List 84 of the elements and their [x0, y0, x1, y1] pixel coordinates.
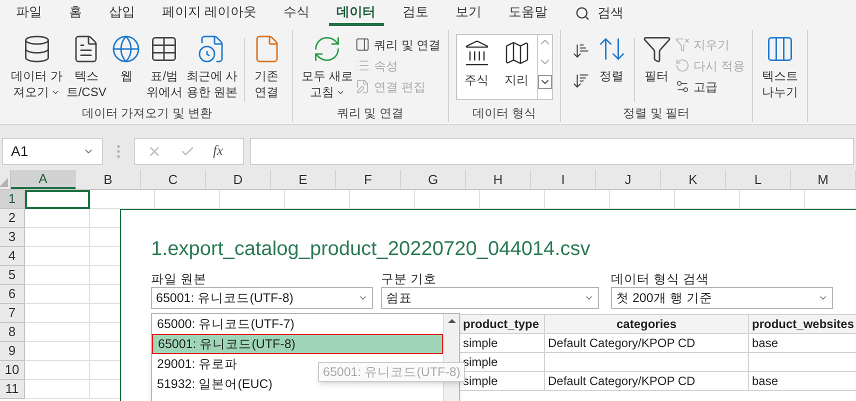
dropdown-field[interactable]: 쉼표: [381, 287, 599, 309]
gallery-more-icon[interactable]: [538, 75, 552, 89]
column-header[interactable]: E: [271, 170, 336, 189]
table-cell: Default Category/KPOP CD: [545, 372, 749, 391]
menu-tab[interactable]: 보기: [448, 0, 490, 26]
ribbon-button[interactable]: 텍스 트/CSV: [64, 30, 108, 100]
table-cell: base: [749, 372, 856, 391]
dropdown-option[interactable]: 65001: 유니코드(UTF-8): [152, 334, 443, 354]
menu-tab[interactable]: 도움말: [500, 0, 556, 26]
menu-tab[interactable]: 수식: [276, 0, 318, 26]
menu-tab[interactable]: 검토: [394, 0, 437, 26]
panel-icon: [355, 37, 370, 52]
table-header-cell: categories: [545, 315, 749, 334]
ribbon-button[interactable]: 필터: [638, 30, 675, 84]
column-header[interactable]: B: [76, 170, 141, 189]
row-header[interactable]: 5: [0, 266, 25, 285]
sort-descending-icon[interactable]: [572, 72, 590, 90]
dialog-title: 1.export_catalog_product_20220720_044014.csv: [151, 237, 592, 261]
table-cell: base: [749, 334, 856, 353]
row-header[interactable]: 3: [0, 228, 25, 247]
row-header[interactable]: 10: [0, 361, 25, 380]
dropdown-field[interactable]: 65001: 유니코드(UTF-8): [151, 287, 373, 309]
formula-input[interactable]: [250, 138, 854, 165]
name-box[interactable]: A1: [2, 138, 103, 165]
column-header[interactable]: I: [531, 170, 596, 189]
sort-ascending-icon[interactable]: [572, 42, 590, 60]
cancel-icon[interactable]: [147, 144, 162, 159]
column-header[interactable]: H: [466, 170, 531, 189]
ribbon-button[interactable]: 데이터 가 져오기: [9, 30, 64, 100]
field-label: 구분 기호: [381, 271, 438, 287]
row-header[interactable]: 9: [0, 342, 25, 361]
dropdown-field[interactable]: 첫 200개 행 기준: [611, 287, 833, 309]
ribbon-small-button[interactable]: 쿼리 및 연결: [355, 34, 441, 55]
table-header-cell: product_websites: [749, 315, 856, 334]
row-header[interactable]: 2: [0, 209, 25, 228]
data-type-button[interactable]: 지리: [496, 35, 537, 99]
row-header[interactable]: 8: [0, 323, 25, 342]
ribbon-group-label: 데이터 가져오기 및 변환: [82, 105, 212, 122]
column-header[interactable]: A: [11, 170, 76, 189]
ribbon-small-button[interactable]: 고급: [674, 76, 746, 97]
funnel-x-icon: [674, 37, 690, 52]
column-header[interactable]: C: [141, 170, 206, 189]
field-label: 데이터 형식 검색: [611, 271, 710, 287]
funnel-icon: [642, 34, 672, 64]
ribbon-button[interactable]: 기존 연결: [248, 30, 285, 100]
row-header[interactable]: 7: [0, 304, 25, 323]
dropdown-option[interactable]: 65000: 유니코드(UTF-7): [152, 314, 443, 334]
grip-icon: [117, 145, 120, 158]
search-icon[interactable]: [574, 6, 590, 20]
menu-tab[interactable]: 삽입: [101, 0, 143, 26]
globe-icon: [111, 34, 142, 64]
column-header[interactable]: K: [661, 170, 726, 189]
ribbon-group-label: 쿼리 및 연결: [336, 105, 404, 122]
tooltip: 65001: 유니코드(UTF-8): [318, 362, 466, 382]
ribbon-button[interactable]: 최근에 사 용한 원본: [184, 30, 240, 100]
ribbon-button[interactable]: 표/범 위에서: [144, 30, 184, 100]
insert-function-button[interactable]: fx: [213, 141, 224, 162]
search-label[interactable]: 검색: [598, 3, 624, 23]
menu-tab[interactable]: 페이지 레이아웃: [154, 0, 265, 26]
row-header[interactable]: 1: [0, 190, 25, 209]
ribbon-button[interactable]: 웹: [108, 30, 144, 84]
ribbon-button[interactable]: 모두 새로 고침: [300, 30, 356, 100]
column-header[interactable]: L: [726, 170, 791, 189]
file-pen-icon: [355, 79, 370, 94]
column-header[interactable]: F: [336, 170, 401, 189]
menu-tab[interactable]: 파일: [8, 0, 50, 26]
funnel-settings-icon: [674, 79, 690, 94]
column-header[interactable]: M: [791, 170, 856, 189]
reapply-icon: [674, 58, 690, 73]
row-header[interactable]: 11: [0, 380, 25, 399]
ribbon-button[interactable]: 정렬: [594, 30, 630, 84]
menu-tab[interactable]: 홈: [61, 0, 90, 26]
row-header[interactable]: 4: [0, 247, 25, 266]
row-header[interactable]: 6: [0, 285, 25, 304]
column-header[interactable]: G: [401, 170, 466, 189]
ribbon-group-label: 데이터 형식: [472, 105, 536, 122]
ribbon-group-label: 정렬 및 필터: [623, 105, 690, 122]
sheet-cell[interactable]: [25, 190, 90, 209]
column-header[interactable]: J: [596, 170, 661, 189]
ribbon-button[interactable]: 텍스트 나누기: [760, 30, 800, 100]
field-label: 파일 원본: [151, 271, 208, 287]
data-type-button[interactable]: 주식: [456, 35, 497, 99]
column-header[interactable]: D: [206, 170, 271, 189]
table-cell: Default Category/KPOP CD: [545, 334, 749, 353]
